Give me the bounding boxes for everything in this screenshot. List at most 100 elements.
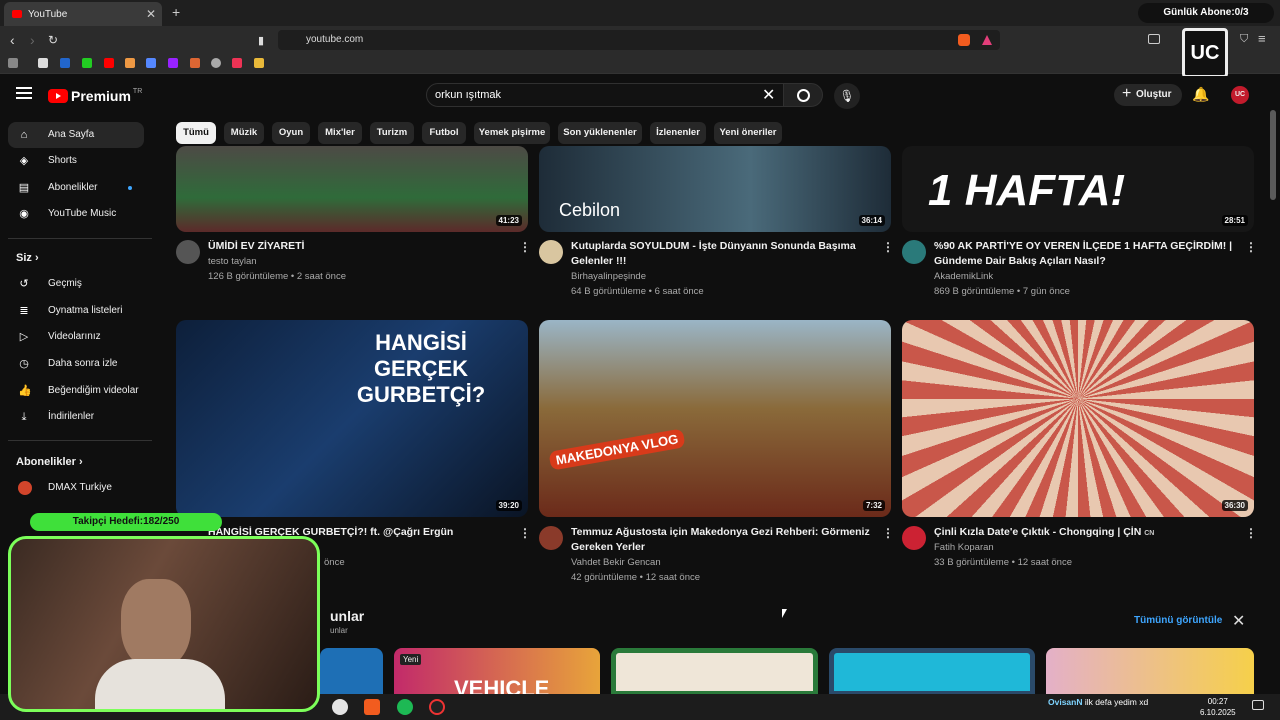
microphone-icon[interactable]: 🎙 bbox=[834, 83, 860, 109]
sidebar-item-youtube-music[interactable]: ◉ YouTube Music bbox=[8, 201, 144, 227]
video-title[interactable]: Temmuz Ağustosta için Makedonya Gezi Reh… bbox=[571, 525, 871, 555]
channel-avatar[interactable] bbox=[902, 526, 926, 550]
video-thumbnail[interactable]: 36:30 bbox=[902, 320, 1254, 517]
youtube-bookmark-icon[interactable] bbox=[104, 58, 114, 68]
video-title[interactable]: Çinli Kızla Date'e Çıktık - Chongqing | … bbox=[934, 525, 1234, 541]
short-card[interactable] bbox=[829, 648, 1035, 696]
reload-icon[interactable]: ↻ bbox=[48, 33, 58, 47]
discord-bookmark-icon[interactable] bbox=[146, 58, 156, 68]
bookmark-icon-8[interactable] bbox=[190, 58, 200, 68]
video-thumbnail[interactable]: HANGİSİ GERÇEK GURBETÇİ? 39:20 bbox=[176, 320, 528, 517]
video-thumbnail[interactable]: 41:23 bbox=[176, 146, 528, 232]
sidebar-item-history[interactable]: ↺ Geçmiş bbox=[8, 271, 144, 297]
short-card[interactable]: Yeni VEHICLE bbox=[394, 648, 600, 696]
video-thumbnail[interactable]: Cebilon 36:14 bbox=[539, 146, 891, 232]
channel-name[interactable]: Fatih Koparan bbox=[934, 540, 994, 555]
video-title[interactable]: %90 AK PARTİ'YE OY VEREN İLÇEDE 1 HAFTA … bbox=[934, 239, 1234, 269]
clear-search-icon[interactable]: ✕ bbox=[762, 85, 775, 105]
short-card[interactable] bbox=[1046, 648, 1254, 696]
address-bar[interactable]: youtube.com bbox=[278, 30, 1000, 50]
chip-tourism[interactable]: Turizm bbox=[370, 122, 414, 144]
chip-mixes[interactable]: Mix'ler bbox=[318, 122, 362, 144]
vpn-shield-icon[interactable]: ⛉ bbox=[1240, 33, 1248, 46]
chip-cooking[interactable]: Yemek pişirme bbox=[474, 122, 550, 144]
chip-new-to-you[interactable]: Yeni öneriler bbox=[714, 122, 782, 144]
more-options-icon[interactable]: ⋮ bbox=[882, 240, 894, 254]
back-icon[interactable]: ‹ bbox=[10, 32, 15, 48]
scrollbar[interactable] bbox=[1270, 110, 1276, 200]
sidebar-item-shorts[interactable]: ◈ Shorts bbox=[8, 148, 144, 174]
channel-name[interactable]: AkademikLink bbox=[934, 269, 993, 284]
more-options-icon[interactable]: ⋮ bbox=[1245, 526, 1257, 540]
channel-avatar[interactable] bbox=[539, 526, 563, 550]
more-options-icon[interactable]: ⋮ bbox=[882, 526, 894, 540]
notification-icon[interactable] bbox=[1252, 700, 1264, 710]
more-options-icon[interactable]: ⋮ bbox=[519, 240, 531, 254]
brave-rewards-icon[interactable] bbox=[982, 35, 992, 45]
sidebar-item-subscriptions[interactable]: ▤ Abonelikler bbox=[8, 175, 144, 201]
video-title[interactable]: ÜMİDİ EV ZİYARETİ bbox=[208, 239, 508, 254]
channel-avatar[interactable] bbox=[902, 240, 926, 264]
apps-icon[interactable] bbox=[8, 58, 18, 68]
brave-taskbar-icon[interactable] bbox=[364, 699, 380, 715]
close-icon[interactable]: ✕ bbox=[1232, 611, 1245, 631]
spotify-taskbar-icon[interactable] bbox=[397, 699, 413, 715]
chip-recently-uploaded[interactable]: Son yüklenenler bbox=[558, 122, 642, 144]
notifications-bell-icon[interactable]: 🔔 bbox=[1192, 86, 1209, 103]
twitch-bookmark-icon[interactable] bbox=[168, 58, 178, 68]
kick-bookmark-icon[interactable] bbox=[82, 58, 92, 68]
chip-all[interactable]: Tümü bbox=[176, 122, 216, 144]
video-thumbnail[interactable]: MAKEDONYA VLOG 7:32 bbox=[539, 320, 891, 517]
video-thumbnail[interactable]: 1 HAFTA! 28:51 bbox=[902, 146, 1254, 232]
obs-taskbar-icon[interactable] bbox=[429, 699, 445, 715]
bookmark-icon-2[interactable] bbox=[60, 58, 70, 68]
forward-icon[interactable]: › bbox=[30, 32, 35, 48]
sidebar-item-watch-later[interactable]: ◷ Daha sonra izle bbox=[8, 351, 144, 377]
channel-avatar bbox=[18, 481, 32, 495]
more-options-icon[interactable]: ⋮ bbox=[1245, 240, 1257, 254]
sidebar-toggle-icon[interactable] bbox=[1148, 34, 1160, 44]
tab-title: YouTube bbox=[28, 8, 68, 20]
sidebar-you-header[interactable]: Siz › bbox=[16, 252, 39, 264]
avatar[interactable]: UC bbox=[1231, 86, 1249, 104]
channel-avatar[interactable] bbox=[539, 240, 563, 264]
gmail-bookmark-icon[interactable] bbox=[125, 58, 135, 68]
sidebar-item-home[interactable]: ⌂ Ana Sayfa bbox=[8, 122, 144, 148]
video-title[interactable]: Kutuplarda SOYULDUM - İşte Dünyanın Sonu… bbox=[571, 239, 871, 269]
new-tab-button[interactable]: + bbox=[172, 4, 180, 20]
show-all-link[interactable]: Tümünü görüntüle bbox=[1134, 615, 1222, 626]
create-button[interactable]: Oluştur bbox=[1114, 83, 1182, 106]
sidebar-subscriptions-header[interactable]: Abonelikler › bbox=[16, 456, 83, 468]
brave-shield-icon[interactable] bbox=[958, 34, 970, 46]
menu-icon[interactable]: ≡ bbox=[1258, 31, 1266, 46]
search-input[interactable]: orkun ışıtmak bbox=[426, 83, 784, 107]
channel-name[interactable]: Vahdet Bekir Gencan bbox=[571, 555, 661, 570]
folder-icon[interactable] bbox=[254, 58, 264, 68]
short-card[interactable] bbox=[611, 648, 818, 696]
chip-watched[interactable]: İzlenenler bbox=[650, 122, 706, 144]
youtube-logo[interactable]: Premium TR bbox=[48, 88, 142, 104]
hamburger-menu-icon[interactable] bbox=[16, 87, 32, 99]
search-button[interactable] bbox=[783, 83, 823, 107]
close-tab-icon[interactable]: ✕ bbox=[146, 7, 156, 21]
more-options-icon[interactable]: ⋮ bbox=[519, 526, 531, 540]
short-card[interactable] bbox=[320, 648, 383, 696]
x-bookmark-icon[interactable] bbox=[38, 58, 48, 68]
chip-football[interactable]: Futbol bbox=[422, 122, 466, 144]
bookmark-icon-10[interactable] bbox=[232, 58, 242, 68]
sidebar-item-downloads[interactable]: ⤓ İndirilenler bbox=[8, 404, 144, 430]
channel-name[interactable]: testo taylan bbox=[208, 254, 257, 269]
chip-music[interactable]: Müzik bbox=[224, 122, 264, 144]
sidebar-item-liked-videos[interactable]: 👍 Beğendiğim videolar bbox=[8, 378, 144, 404]
bookmark-icon[interactable]: ▮ bbox=[258, 34, 264, 47]
channel-avatar[interactable] bbox=[176, 240, 200, 264]
playlist-icon: ≣ bbox=[19, 305, 29, 317]
browser-tab[interactable]: YouTube ✕ bbox=[4, 2, 162, 26]
sidebar-item-your-videos[interactable]: ▷ Videolarınız bbox=[8, 324, 144, 350]
chip-gaming[interactable]: Oyun bbox=[272, 122, 310, 144]
chrome-taskbar-icon[interactable] bbox=[332, 699, 348, 715]
bookmark-icon-9[interactable] bbox=[211, 58, 221, 68]
channel-name[interactable]: Birhayalinpeşinde bbox=[571, 269, 646, 284]
sidebar-item-playlists[interactable]: ≣ Oynatma listeleri bbox=[8, 298, 144, 324]
sidebar-sub-dmax[interactable]: DMAX Turkiye bbox=[8, 475, 144, 501]
